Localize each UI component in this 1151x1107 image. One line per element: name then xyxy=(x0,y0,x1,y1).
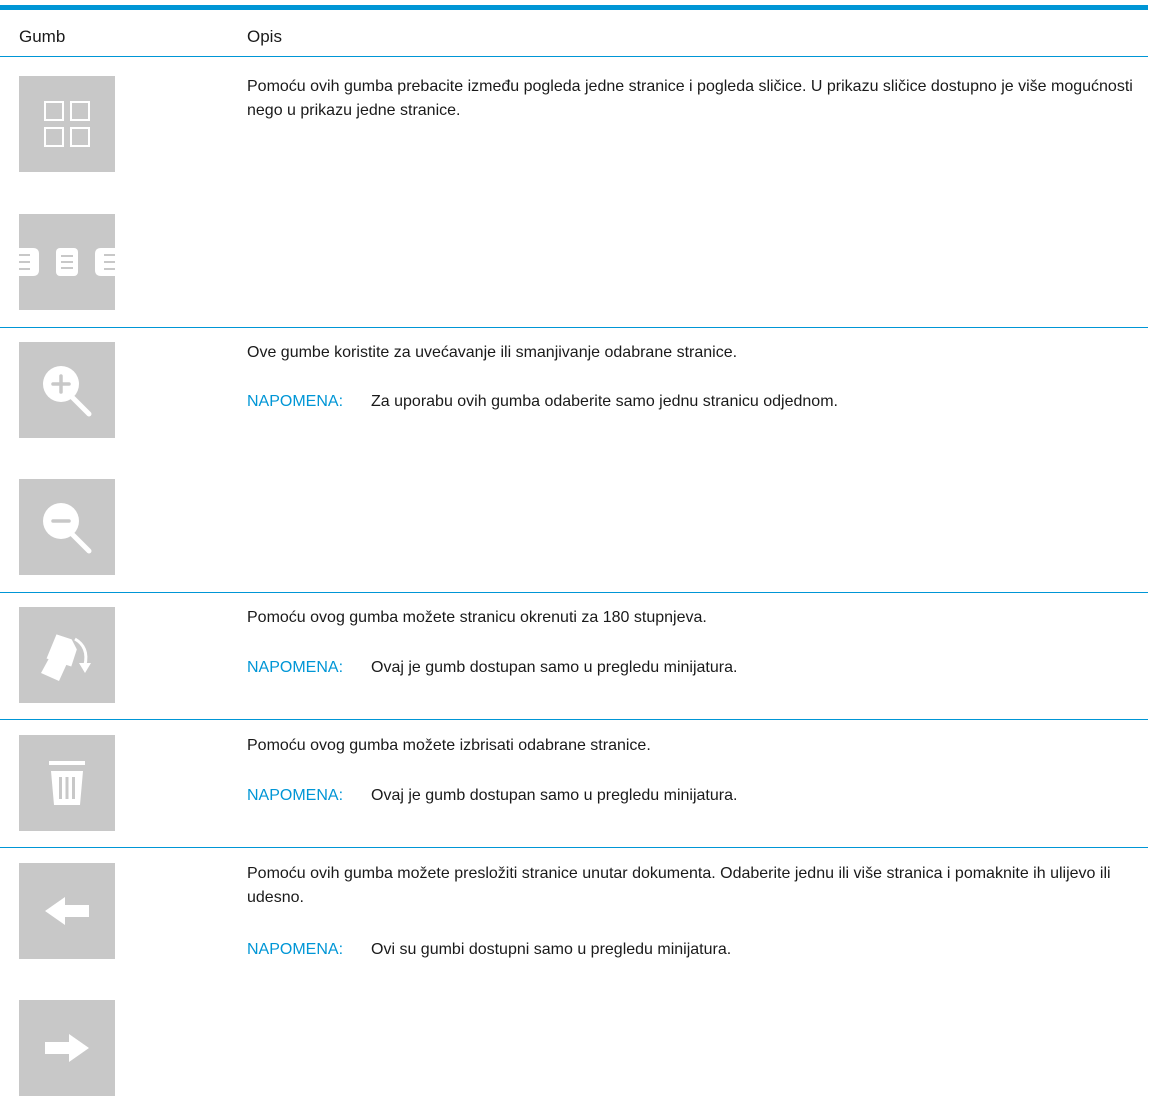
arrow-left-icon xyxy=(45,897,89,925)
delete-button[interactable] xyxy=(19,735,115,831)
zoom-out-button[interactable] xyxy=(19,479,115,575)
zoom-out-icon xyxy=(43,503,92,554)
zoom-in-button[interactable] xyxy=(19,342,115,438)
note-label: NAPOMENA: xyxy=(247,659,344,676)
note-text: Ovaj je gumb dostupan samo u pregledu mi… xyxy=(371,787,738,804)
arrow-right-icon xyxy=(45,1034,89,1062)
header-description-column: Opis xyxy=(247,27,282,46)
thumbnail-view-button[interactable] xyxy=(19,76,115,172)
row-description: Ove gumbe koristite za uvećavanje ili sm… xyxy=(247,344,738,361)
note-text: Ovaj je gumb dostupan samo u pregledu mi… xyxy=(371,659,738,676)
note-label: NAPOMENA: xyxy=(247,393,344,410)
row-description: Pomoću ovih gumba možete presložiti stra… xyxy=(247,865,1111,906)
row-description: Pomoću ovih gumba prebacite između pogle… xyxy=(247,78,1133,119)
note: NAPOMENA: Ovi su gumbi dostupni samo u pr… xyxy=(247,940,731,960)
note-label: NAPOMENA: xyxy=(247,787,344,804)
note: NAPOMENA: Ovaj je gumb dostupan samo u pr… xyxy=(247,658,737,678)
move-left-button[interactable] xyxy=(19,863,115,959)
note-text: Za uporabu ovih gumba odaberite samo jed… xyxy=(371,393,838,410)
note: NAPOMENA: Za uporabu ovih gumba odaberite… xyxy=(247,392,838,412)
note-text: Ovi su gumbi dostupni samo u pregledu mi… xyxy=(371,941,732,958)
row-description: Pomoću ovog gumba možete stranicu okrenu… xyxy=(247,609,707,626)
rotate-page-icon xyxy=(41,634,91,681)
table-header: Gumb Opis xyxy=(0,10,1148,57)
rotate-button[interactable] xyxy=(19,607,115,703)
move-right-button[interactable] xyxy=(19,1000,115,1096)
row-separator xyxy=(0,592,1148,593)
single-page-view-button[interactable] xyxy=(19,214,115,310)
zoom-in-icon xyxy=(43,366,92,417)
row-description: Pomoću ovog gumba možete izbrisati odabr… xyxy=(247,737,651,754)
note-label: NAPOMENA: xyxy=(247,941,344,958)
row-separator xyxy=(0,847,1148,848)
note: NAPOMENA: Ovaj je gumb dostupan samo u pr… xyxy=(247,786,737,806)
row-separator xyxy=(0,327,1148,328)
single-page-view-icon xyxy=(19,248,115,276)
trash-icon xyxy=(49,761,85,805)
row-separator xyxy=(0,719,1148,720)
thumbnail-view-icon xyxy=(44,101,90,147)
header-button-column: Gumb xyxy=(19,27,66,46)
